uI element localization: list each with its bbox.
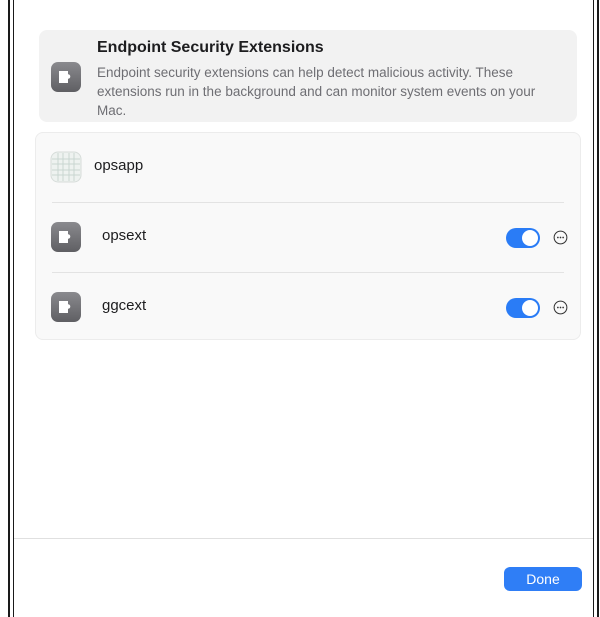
toggle-knob [522,300,538,316]
ggcext-toggle[interactable] [506,298,540,318]
header-card: Endpoint Security Extensions Endpoint se… [39,30,577,122]
settings-sheet: Endpoint Security Extensions Endpoint se… [8,0,599,617]
done-button[interactable]: Done [504,567,582,591]
extensions-list: opsapp opsext ggcext [35,132,581,340]
app-grid-icon [50,151,82,183]
extension-puzzle-icon [51,62,81,92]
more-options-icon[interactable] [553,230,568,245]
extension-puzzle-icon [51,222,81,252]
list-item-label: ggcext [102,297,147,314]
footer-divider [14,538,593,539]
list-item-opsext: opsext [36,203,580,272]
list-item-label: opsext [102,227,147,244]
list-item-opsapp: opsapp [36,133,580,202]
extension-puzzle-icon [51,292,81,322]
header-title: Endpoint Security Extensions [97,39,324,56]
header-description: Endpoint security extensions can help de… [97,65,536,118]
list-item-label: opsapp [94,157,144,174]
opsext-toggle[interactable] [506,228,540,248]
toggle-knob [522,230,538,246]
list-item-ggcext: ggcext [36,273,580,342]
more-options-icon[interactable] [553,300,568,315]
